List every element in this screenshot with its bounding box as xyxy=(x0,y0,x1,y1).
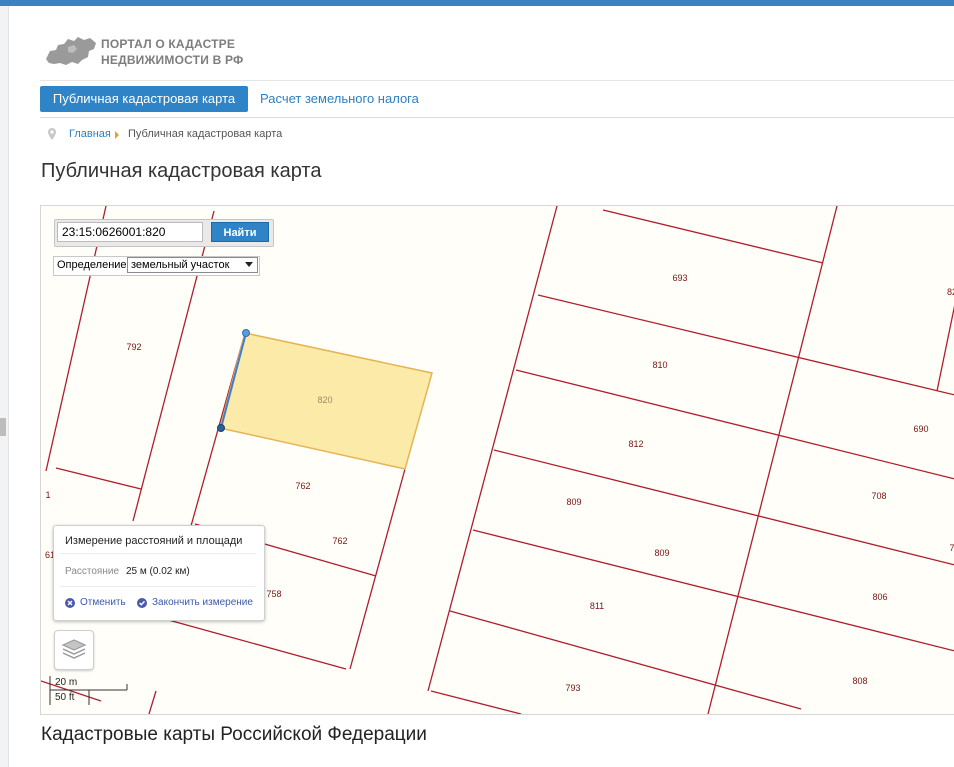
parcel-label[interactable]: 762 xyxy=(332,536,347,546)
distance-label: Расстояние xyxy=(65,566,120,577)
parcel-label[interactable]: 7 xyxy=(949,543,954,553)
chevron-down-icon[interactable] xyxy=(245,262,253,267)
nav-divider xyxy=(40,117,954,118)
parcel-label[interactable]: 690 xyxy=(913,424,928,434)
parcel-label[interactable]: 793 xyxy=(565,683,580,693)
cancel-icon[interactable] xyxy=(65,598,75,608)
cadastral-number-input[interactable] xyxy=(57,222,203,242)
parcel-label[interactable]: 82 xyxy=(947,287,954,297)
parcel-label-selected[interactable]: 820 xyxy=(317,395,332,405)
parcel-label[interactable]: 810 xyxy=(652,360,667,370)
russia-map-logo-icon[interactable] xyxy=(44,33,98,69)
parcel-label[interactable]: 806 xyxy=(872,592,887,602)
breadcrumb-arrow-icon xyxy=(115,131,119,139)
logo-line-2: НЕДВИЖИМОСТИ В РФ xyxy=(101,53,244,67)
parcel-label[interactable]: 809 xyxy=(654,548,669,558)
header-divider xyxy=(40,80,954,81)
find-button[interactable]: Найти xyxy=(211,222,269,242)
measure-divider xyxy=(60,553,256,554)
parcel-label[interactable]: 693 xyxy=(672,273,687,283)
rail-handle[interactable] xyxy=(0,418,6,436)
top-accent-bar xyxy=(0,0,954,6)
definition-select[interactable]: земельный участок xyxy=(127,257,258,273)
measure-divider xyxy=(60,586,256,587)
layers-button[interactable] xyxy=(54,630,94,670)
breadcrumb-current: Публичная кадастровая карта xyxy=(128,128,283,140)
definition-label: Определение: xyxy=(57,259,130,271)
tab-land-tax[interactable]: Расчет земельного налога xyxy=(260,86,419,112)
parcel-label[interactable]: 808 xyxy=(852,676,867,686)
parcel-label[interactable]: 809 xyxy=(566,497,581,507)
check-icon[interactable] xyxy=(137,598,147,608)
map-canvas[interactable]: 792 820 762 762 758 693 810 812 809 809 … xyxy=(41,206,954,714)
parcel-label[interactable]: 1 xyxy=(45,490,50,500)
tab-cadastral-map[interactable]: Публичная кадастровая карта xyxy=(40,86,248,112)
parcel-label[interactable]: 811 xyxy=(590,601,604,611)
logo-line-1: ПОРТАЛ О КАДАСТРЕ xyxy=(101,37,236,51)
parcel-label[interactable]: 792 xyxy=(126,342,141,352)
parcel-label[interactable]: 812 xyxy=(628,439,643,449)
section-title: Кадастровые карты Российской Федерации xyxy=(41,724,427,745)
cadastral-map[interactable]: 792 820 762 762 758 693 810 812 809 809 … xyxy=(40,205,954,715)
scale-meters: 20 m xyxy=(55,677,78,688)
breadcrumb-home-link[interactable]: Главная xyxy=(69,128,111,140)
layers-icon xyxy=(61,639,87,659)
parcel-label[interactable]: 708 xyxy=(871,491,886,501)
parcel-label[interactable]: 758 xyxy=(266,589,281,599)
distance-value: 25 м (0.02 км) xyxy=(126,566,190,577)
scale-feet: 50 ft xyxy=(55,692,75,703)
cancel-measure-button[interactable]: Отменить xyxy=(80,597,126,608)
measure-title: Измерение расстояний и площади xyxy=(65,535,243,547)
site-logo-text[interactable]: ПОРТАЛ О КАДАСТРЕ НЕДВИЖИМОСТИ В РФ xyxy=(101,36,243,68)
location-pin-icon xyxy=(48,128,56,140)
left-scroll-rail xyxy=(0,6,9,767)
parcel-label[interactable]: 762 xyxy=(295,481,310,491)
page-title: Публичная кадастровая карта xyxy=(41,160,322,182)
finish-measure-button[interactable]: Закончить измерение xyxy=(152,597,253,608)
